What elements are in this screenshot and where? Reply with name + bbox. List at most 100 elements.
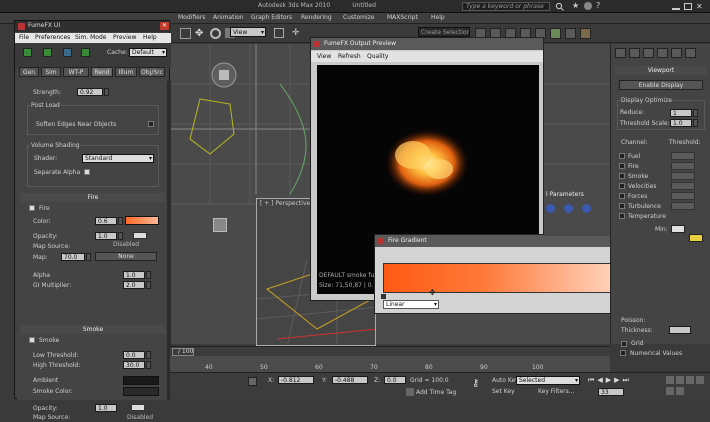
lock-icon[interactable]: [248, 377, 257, 386]
reduce-field[interactable]: 1: [670, 109, 692, 117]
play-icon[interactable]: ▶: [606, 376, 611, 385]
tab-sim[interactable]: Sim: [41, 67, 61, 77]
soften-edges-checkbox[interactable]: [148, 121, 154, 127]
play-icon[interactable]: [81, 48, 90, 57]
search-field[interactable]: Type a keyword or phrase: [462, 2, 550, 11]
x-field[interactable]: -0.812: [278, 376, 314, 384]
go-start-icon[interactable]: ⏮: [588, 376, 594, 385]
render-setup-icon[interactable]: [565, 28, 576, 39]
param-icon-2[interactable]: [564, 204, 573, 213]
threshold-scale-spinner[interactable]: [693, 119, 698, 127]
channel-row[interactable]: Smoke: [619, 172, 707, 182]
parameters-header[interactable]: l Parameters: [544, 190, 610, 199]
opacity-spinner[interactable]: [118, 232, 123, 240]
menu-modifiers[interactable]: Modifiers: [178, 14, 205, 22]
time-tag-icon[interactable]: [406, 388, 414, 396]
menu-customize[interactable]: Customize: [343, 14, 375, 22]
snap-icon[interactable]: ✛: [292, 28, 302, 38]
move-icon[interactable]: ✥: [195, 28, 206, 39]
low-threshold-field[interactable]: 0.0: [123, 351, 145, 359]
help-icons[interactable]: ★ ?: [572, 2, 632, 11]
preview-icon[interactable]: [63, 48, 72, 57]
zoom-all-icon[interactable]: [676, 376, 684, 384]
key-icon[interactable]: ⚷: [472, 379, 486, 389]
question-icon[interactable]: ?: [596, 2, 604, 10]
y-field[interactable]: -0.488: [332, 376, 368, 384]
gradient-start-marker[interactable]: [381, 294, 386, 299]
preview-menu-view[interactable]: View: [317, 53, 331, 61]
param-icon-1[interactable]: [546, 204, 555, 213]
enable-display-button[interactable]: Enable Display: [619, 80, 703, 90]
current-frame-field[interactable]: 33: [598, 388, 624, 396]
info-icon[interactable]: [584, 2, 592, 10]
fumefx-close-icon[interactable]: ✕: [160, 22, 169, 30]
opacity-curve-icon[interactable]: [133, 232, 147, 239]
pivot-icon[interactable]: [274, 28, 284, 38]
fov-icon[interactable]: [666, 387, 674, 395]
color-spinner[interactable]: [118, 217, 123, 225]
maximize-viewport-icon[interactable]: [676, 387, 684, 395]
material-editor-icon[interactable]: [550, 28, 561, 39]
hierarchy-tab-icon[interactable]: [643, 48, 654, 58]
gi-multiplier-field[interactable]: 2.0: [123, 281, 145, 289]
viewport-rollout-header[interactable]: Viewport: [615, 66, 707, 75]
modify-tab-icon[interactable]: [629, 48, 640, 58]
map-field[interactable]: 70.0: [61, 253, 85, 261]
map-spinner[interactable]: [86, 253, 91, 261]
tab-obj-src[interactable]: Obj/Src: [139, 67, 165, 77]
selection-set-dropdown[interactable]: Create Selection Se: [418, 27, 470, 37]
continue-sim-icon[interactable]: [43, 48, 52, 57]
tab-rend[interactable]: Rend: [91, 67, 113, 77]
view-dropdown[interactable]: View ▾: [230, 27, 266, 37]
fumefx-scroll-area[interactable]: Strength: 0.92 Post Load Soften Edges Ne…: [17, 81, 169, 400]
fumefx-menu-sim-mode[interactable]: Sim. Mode: [75, 34, 106, 42]
menu-maxscript[interactable]: MAXScript: [387, 14, 418, 22]
selected-dropdown[interactable]: Selected ▾: [516, 376, 580, 385]
close-icon[interactable]: ✕: [696, 3, 704, 11]
key-filters-button[interactable]: Key Filters...: [538, 388, 575, 396]
z-field[interactable]: 0.0: [384, 376, 406, 384]
reduce-spinner[interactable]: [693, 109, 698, 117]
threshold-scale-field[interactable]: 1.0: [670, 119, 692, 127]
create-tab-icon[interactable]: [615, 48, 626, 58]
smoke-checkbox[interactable]: [29, 337, 35, 343]
fumefx-menu-help[interactable]: Help: [143, 34, 157, 42]
pan-icon[interactable]: [686, 376, 694, 384]
tab-wt-p[interactable]: WT-P: [63, 67, 89, 77]
separate-alpha-checkbox[interactable]: [84, 169, 90, 175]
search-icon[interactable]: [555, 2, 564, 11]
high-threshold-field[interactable]: 30.0: [123, 361, 145, 369]
track-bar[interactable]: 40 50 60 70 80 90 100: [170, 356, 610, 372]
channel-row[interactable]: Fuel: [619, 152, 707, 162]
max-color-swatch[interactable]: [689, 234, 703, 242]
channel-row[interactable]: Forces: [619, 192, 707, 202]
color-field[interactable]: 0.6: [95, 217, 117, 225]
gi-multiplier-spinner[interactable]: [146, 281, 151, 289]
display-tab-icon[interactable]: [671, 48, 682, 58]
grid-checkbox[interactable]: [621, 341, 627, 347]
fumefx-menu-preview[interactable]: Preview: [113, 34, 136, 42]
min-color-swatch[interactable]: [671, 225, 685, 233]
smoke-opacity-curve-icon[interactable]: [131, 404, 145, 411]
add-time-tag[interactable]: Add Time Tag: [416, 389, 456, 397]
shader-dropdown[interactable]: Standard ▾: [82, 154, 154, 163]
time-slider-thumb[interactable]: [172, 348, 194, 356]
rotate-icon[interactable]: [210, 28, 221, 39]
auto-key-label[interactable]: Auto Key: [492, 377, 519, 385]
menu-animation[interactable]: Animation: [213, 14, 244, 22]
menu-graph-editors[interactable]: Graph Editors: [251, 14, 292, 22]
prev-frame-icon[interactable]: ◀: [597, 376, 602, 385]
alpha-spinner[interactable]: [146, 271, 151, 279]
tab-illum[interactable]: Illum: [115, 67, 137, 77]
fumefx-menu-file[interactable]: File: [19, 34, 29, 42]
high-threshold-spinner[interactable]: [146, 361, 151, 369]
interpolation-dropdown[interactable]: Linear ▾: [383, 300, 439, 309]
numerical-values-checkbox[interactable]: [620, 350, 626, 356]
go-end-icon[interactable]: ⏭: [622, 376, 628, 385]
motion-tab-icon[interactable]: [657, 48, 668, 58]
opacity-field[interactable]: 1.0: [95, 232, 117, 240]
minimize-icon[interactable]: [672, 3, 680, 10]
channel-row[interactable]: Temperature: [619, 212, 707, 222]
fire-color-swatch[interactable]: [125, 216, 159, 225]
channel-row[interactable]: Velocities: [619, 182, 707, 192]
